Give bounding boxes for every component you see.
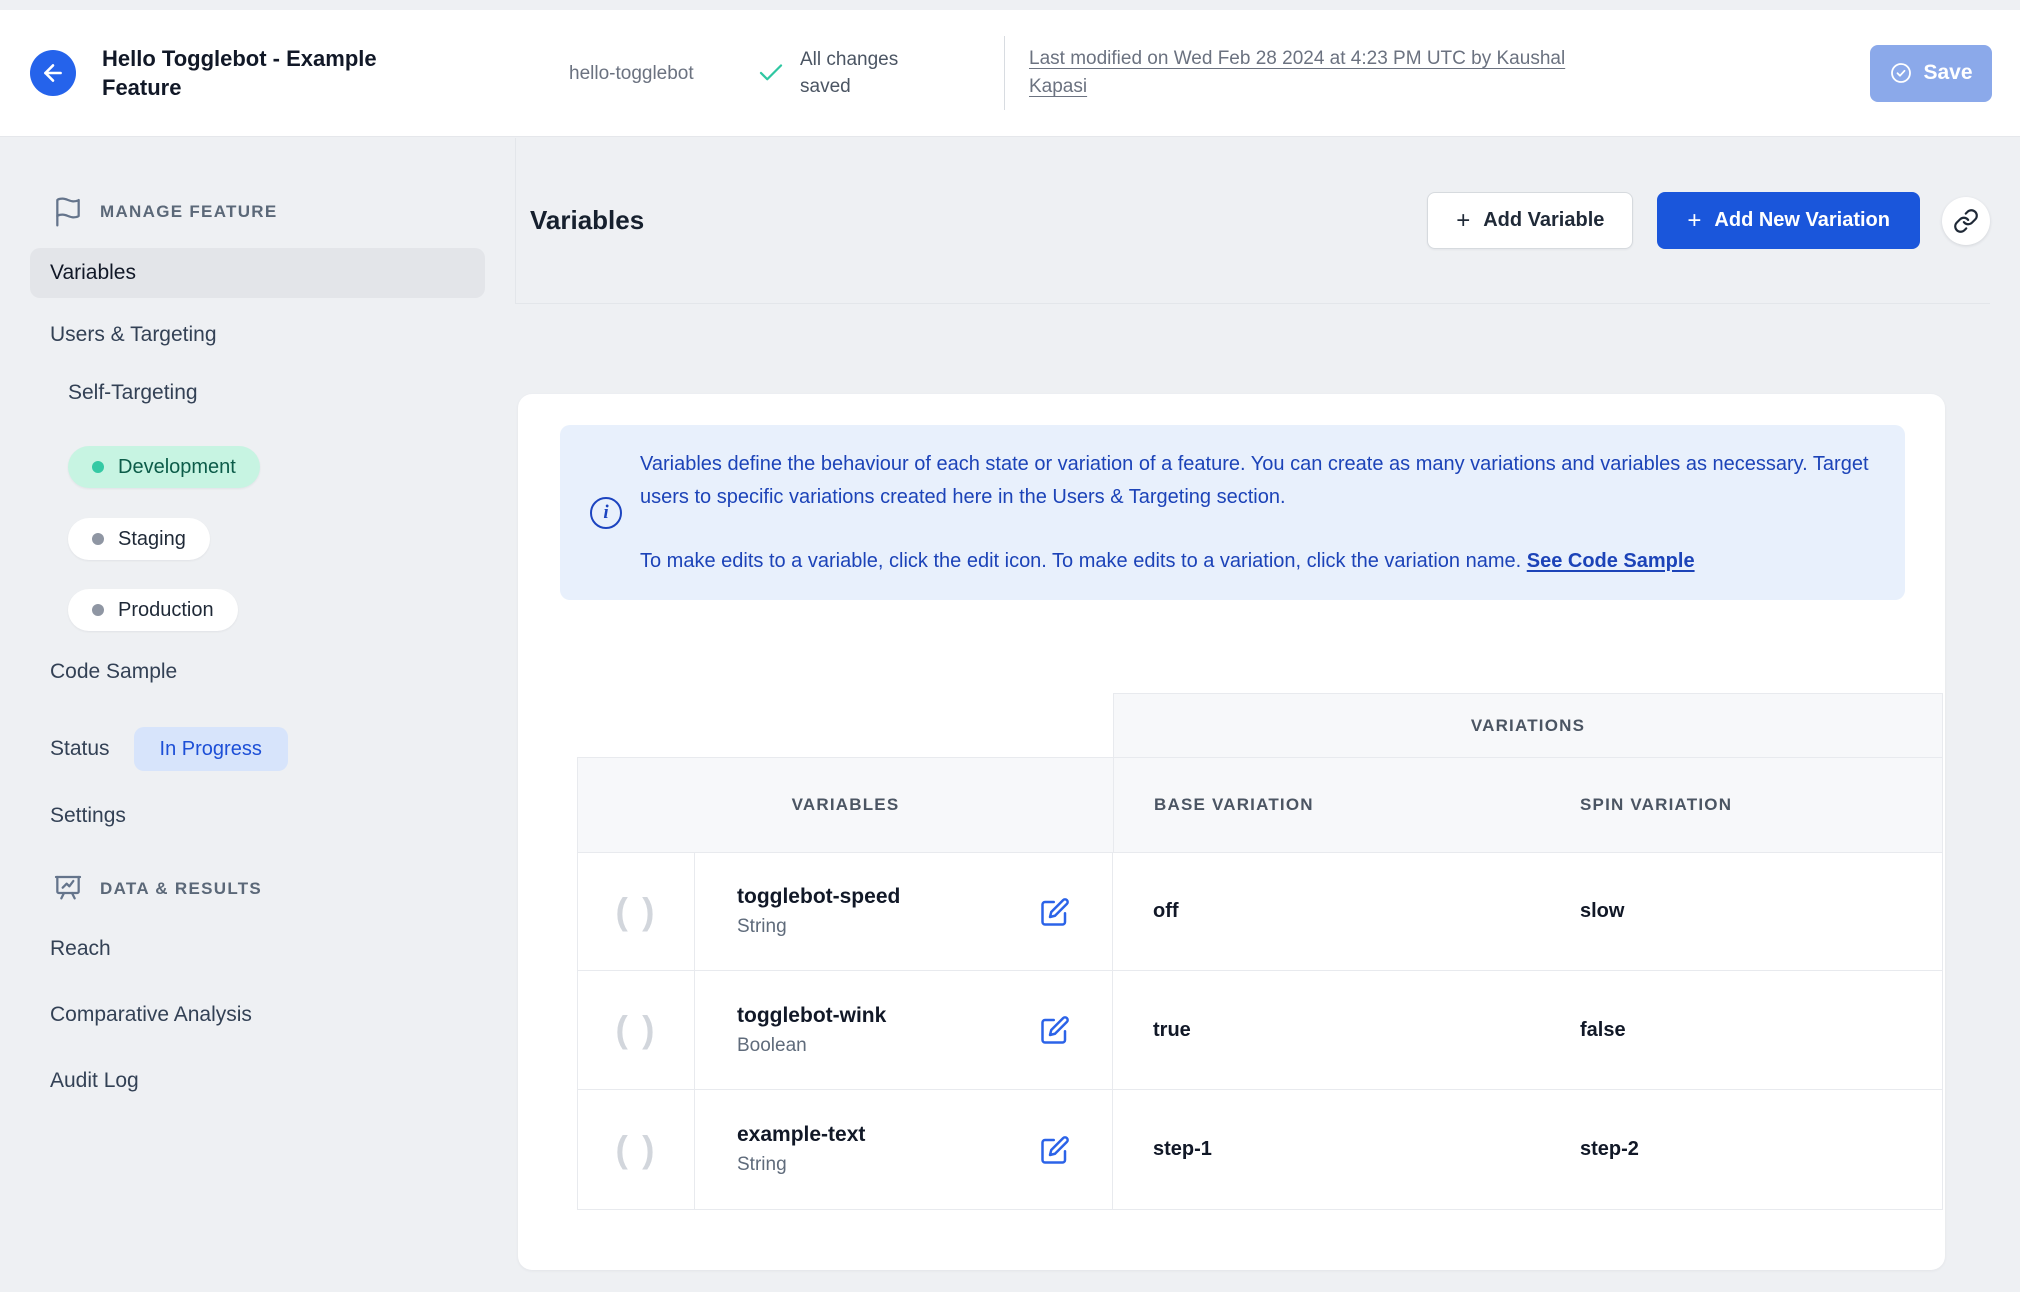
sidebar-item-reach[interactable]: Reach [50, 936, 111, 962]
add-variable-button[interactable]: + Add Variable [1427, 192, 1634, 249]
table-row-variable-cell: togglebot-speed String [695, 853, 1113, 971]
status-row: Status In Progress [50, 727, 500, 771]
content-header: Variables + Add Variable + Add New Varia… [515, 138, 1990, 304]
variable-name: togglebot-wink [737, 1003, 887, 1027]
variable-type: Boolean [737, 1034, 807, 1056]
environment-dot [92, 604, 104, 616]
environment-pill-development[interactable]: Development [68, 446, 260, 488]
table-row-variable-cell: example-text String [695, 1090, 1113, 1210]
variable-type-icon: ( ) [577, 853, 695, 971]
status-badge[interactable]: In Progress [133, 727, 288, 771]
sidebar: MANAGE FEATURE Variables Users & Targeti… [0, 138, 500, 1094]
spin-variation-value: step-2 [1540, 1090, 1943, 1210]
edit-icon [1041, 1016, 1069, 1044]
variable-name: example-text [737, 1123, 866, 1146]
environment-dot [92, 533, 104, 545]
manage-feature-label: MANAGE FEATURE [100, 202, 278, 221]
save-button-label: Save [1923, 61, 1973, 84]
sidebar-item-users-targeting[interactable]: Users & Targeting [50, 322, 217, 348]
variations-group-header: VARIATIONS [1113, 693, 1943, 757]
edit-icon [1041, 897, 1069, 926]
variable-type: String [737, 1154, 787, 1175]
base-variation-value: true [1113, 971, 1540, 1090]
top-header: Hello Togglebot - Example Feature hello-… [0, 10, 2020, 137]
sidebar-item-self-targeting[interactable]: Self-Targeting [68, 380, 198, 406]
add-new-variation-button[interactable]: + Add New Variation [1657, 192, 1920, 249]
link-icon [1953, 208, 1979, 234]
plus-icon: + [1456, 206, 1471, 234]
header-divider [1004, 36, 1005, 110]
table-row-variable-cell: togglebot-wink Boolean [695, 971, 1113, 1090]
status-label: Status [50, 737, 110, 760]
sidebar-item-comparative-analysis[interactable]: Comparative Analysis [50, 1002, 252, 1028]
data-results-section: DATA & RESULTS [52, 873, 500, 905]
environment-label: Development [118, 455, 236, 478]
manage-feature-section: MANAGE FEATURE [52, 196, 500, 228]
edit-icon [1041, 1135, 1069, 1164]
variable-name: togglebot-speed [737, 885, 901, 908]
spin-variation-column-header: SPIN VARIATION [1540, 757, 1943, 853]
see-code-sample-link[interactable]: See Code Sample [1527, 550, 1695, 572]
feature-key: hello-togglebot [569, 62, 694, 84]
add-variable-label: Add Variable [1483, 209, 1605, 231]
spin-variation-value: slow [1540, 853, 1943, 971]
save-button[interactable]: Save [1870, 44, 1992, 102]
base-variation-column-header: BASE VARIATION [1113, 757, 1540, 853]
spin-variation-value: false [1540, 971, 1943, 1090]
edit-variable-button[interactable] [1040, 897, 1070, 927]
environment-label: Staging [118, 527, 186, 550]
plus-icon: + [1687, 206, 1702, 234]
page-title: Hello Togglebot - Example Feature [102, 46, 377, 100]
info-icon: i [590, 497, 622, 529]
variables-column-header: VARIABLES [577, 757, 1113, 853]
variables-table: VARIATIONS VARIABLES BASE VARIATION SPIN… [577, 693, 1943, 1210]
environment-label: Production [118, 598, 214, 621]
back-button[interactable] [30, 50, 76, 96]
sidebar-item-variables[interactable]: Variables [30, 248, 485, 298]
data-results-label: DATA & RESULTS [100, 879, 263, 898]
save-status-text: All changes saved [800, 49, 899, 97]
flag-icon [52, 196, 84, 228]
presentation-chart-icon [52, 873, 84, 905]
base-variation-value: step-1 [1113, 1090, 1540, 1210]
environment-pill-staging[interactable]: Staging [68, 518, 210, 560]
variable-type: String [737, 916, 787, 937]
environment-dot [92, 461, 104, 473]
arrow-left-icon [40, 60, 66, 86]
add-new-variation-label: Add New Variation [1714, 209, 1890, 231]
last-modified-link[interactable]: Last modified on Wed Feb 28 2024 at 4:23… [1029, 45, 1614, 101]
check-circle-icon [1889, 61, 1913, 85]
sidebar-item-code-sample[interactable]: Code Sample [50, 659, 177, 685]
info-paragraph-1: Variables define the behaviour of each s… [640, 453, 1869, 508]
copy-link-button[interactable] [1942, 196, 1990, 245]
sidebar-item-settings[interactable]: Settings [50, 803, 126, 829]
base-variation-value: off [1113, 853, 1540, 971]
variables-card: i Variables define the behaviour of each… [518, 394, 1945, 1270]
environment-pill-production[interactable]: Production [68, 589, 238, 631]
info-paragraph-2: To make edits to a variable, click the e… [640, 550, 1695, 572]
info-text: Variables define the behaviour of each s… [640, 448, 1898, 578]
edit-variable-button[interactable] [1040, 1015, 1070, 1045]
info-banner: i Variables define the behaviour of each… [560, 425, 1905, 600]
edit-variable-button[interactable] [1040, 1135, 1070, 1165]
variable-type-icon: ( ) [577, 1090, 695, 1210]
check-icon [756, 58, 786, 88]
save-status: All changes saved [756, 46, 912, 100]
variable-type-icon: ( ) [577, 971, 695, 1090]
content-title: Variables [530, 205, 645, 235]
sidebar-item-audit-log[interactable]: Audit Log [50, 1068, 139, 1094]
